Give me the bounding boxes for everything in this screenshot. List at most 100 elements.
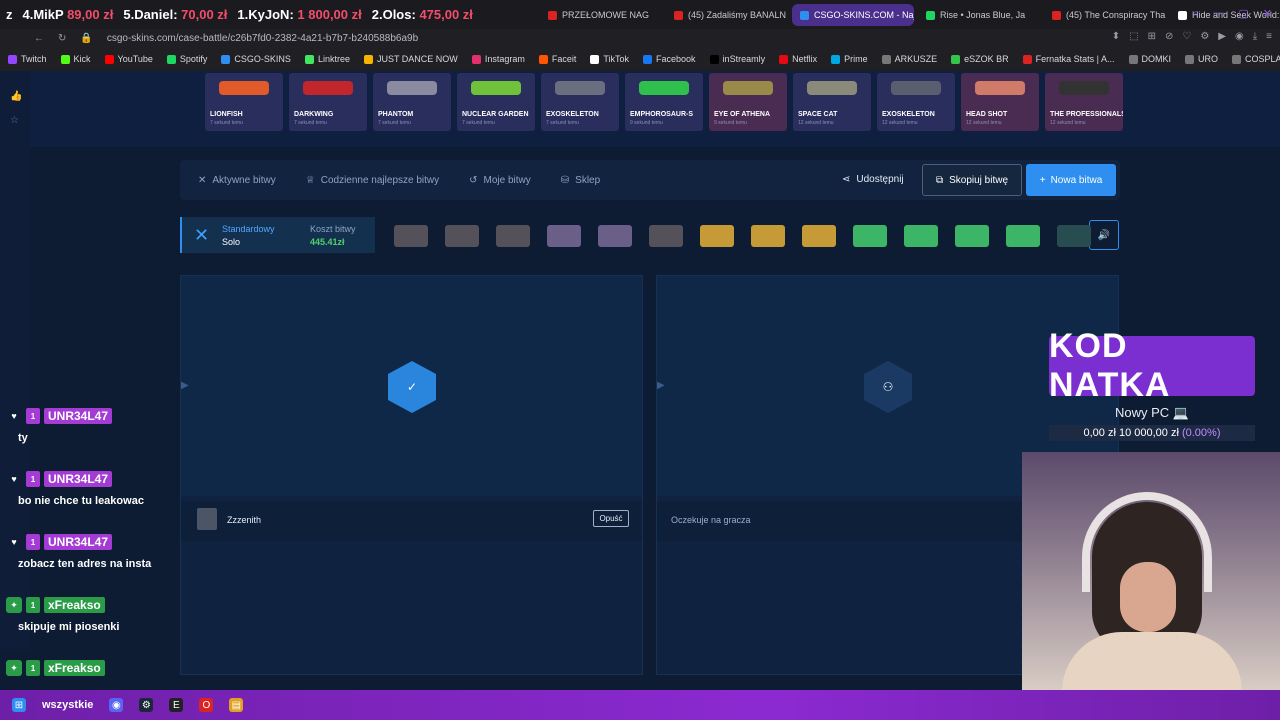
minimize-icon[interactable]: — xyxy=(1213,7,1224,20)
taskbar: ⊞ wszystkie ◉ ⚙ E O ▤ xyxy=(0,690,1280,720)
pin-icon[interactable]: ⬍ xyxy=(1112,31,1120,42)
bookmark-netflix[interactable]: Netflix xyxy=(779,54,817,64)
case-chest-icon[interactable] xyxy=(1057,225,1091,247)
drop-card[interactable]: PHANTOM 7 sekund temu xyxy=(373,73,451,131)
epic-icon[interactable]: E xyxy=(169,698,184,712)
thumbs-up-icon[interactable]: 👍 xyxy=(10,91,22,102)
camera-icon[interactable]: ◉ xyxy=(1235,31,1244,42)
bookmark-arkusze[interactable]: ARKUSZE xyxy=(881,54,938,64)
chat-username[interactable]: xFreakso xyxy=(44,597,105,613)
bookmark-kick[interactable]: Kick xyxy=(60,54,91,64)
browser-tab[interactable]: (45) Zadaliśmy BANALN xyxy=(666,4,788,26)
heart-icon[interactable]: ♡ xyxy=(1182,31,1191,42)
avatar xyxy=(197,508,217,530)
bookmark-csgo-skins[interactable]: CSGO-SKINS xyxy=(221,54,291,64)
case-chest-icon[interactable] xyxy=(853,225,887,247)
opera-icon[interactable]: O xyxy=(199,698,214,712)
play-icon[interactable]: ▶ xyxy=(1218,31,1226,42)
case-chest-icon[interactable] xyxy=(955,225,989,247)
sound-toggle-button[interactable]: 🔊 xyxy=(1089,220,1119,250)
bookmark-linktree[interactable]: Linktree xyxy=(304,54,350,64)
case-chest-icon[interactable] xyxy=(496,225,530,247)
case-chest-icon[interactable] xyxy=(649,225,683,247)
case-chest-icon[interactable] xyxy=(1006,225,1040,247)
drop-card[interactable]: HEAD SHOT 12 sekund temu xyxy=(961,73,1039,131)
chat-username[interactable]: UNR34L47 xyxy=(44,534,113,550)
case-chest-icon[interactable] xyxy=(751,225,785,247)
star-icon[interactable]: ☆ xyxy=(10,115,19,126)
bookmark-uro[interactable]: URO xyxy=(1185,54,1218,64)
drop-card[interactable]: EMPHOROSAUR-S 9 sekund temu xyxy=(625,73,703,131)
screenshot-icon[interactable]: ⬚ xyxy=(1129,31,1138,42)
bookmark-domki[interactable]: DOMKI xyxy=(1128,54,1171,64)
bookmark-label: Instagram xyxy=(484,54,525,64)
block-icon[interactable]: ⊘ xyxy=(1165,31,1173,42)
bookmark-instagram[interactable]: Instagram xyxy=(471,54,525,64)
bookmark-label: YouTube xyxy=(117,54,153,64)
nav-active-battles[interactable]: ✕ Aktywne bitwy xyxy=(198,175,276,186)
bookmark-tiktok[interactable]: TikTok xyxy=(590,54,629,64)
drop-card[interactable]: NUCLEAR GARDEN 7 sekund temu xyxy=(457,73,535,131)
browser-tab[interactable]: (45) The Conspiracy Tha xyxy=(1044,4,1166,26)
taskbar-search[interactable]: wszystkie xyxy=(42,699,93,711)
drop-card[interactable]: DARKWING 7 sekund temu xyxy=(289,73,367,131)
search-icon[interactable]: ⌕ xyxy=(1193,7,1199,20)
extension-icon[interactable]: ⊞ xyxy=(1148,31,1156,42)
drop-card[interactable]: THE PROFESSIONALS 12 sekund temu xyxy=(1045,73,1123,131)
discord-icon[interactable]: ◉ xyxy=(109,698,124,712)
drop-card[interactable]: EYE OF ATHENA 9 sekund temu xyxy=(709,73,787,131)
back-icon[interactable]: ← xyxy=(34,33,44,44)
bookmark-spotify[interactable]: Spotify xyxy=(166,54,207,64)
bookmark-prime[interactable]: Prime xyxy=(831,54,868,64)
bookmark-facebook[interactable]: Facebook xyxy=(643,54,696,64)
drop-card[interactable]: EXOSKELETON 7 sekund temu xyxy=(541,73,619,131)
bookmark-fernatka-stats-a[interactable]: Fernatka Stats | A... xyxy=(1022,54,1115,64)
share-button[interactable]: ⋖ Udostępnij xyxy=(842,174,904,185)
drop-card[interactable]: EXOSKELETON 12 sekund temu xyxy=(877,73,955,131)
settings-icon[interactable]: ⚙ xyxy=(1200,31,1209,42)
steam-icon[interactable]: ⚙ xyxy=(139,698,154,712)
nav-shop[interactable]: ⛁ Sklep xyxy=(561,175,600,186)
drop-time: 9 sekund temu xyxy=(630,120,663,126)
close-icon[interactable]: ✕ xyxy=(1263,7,1272,20)
bookmark-instreamly[interactable]: inStreamly xyxy=(709,54,765,64)
browser-tab[interactable]: PRZEŁOMOWE NAG xyxy=(540,4,662,26)
download-icon[interactable]: ⤓ xyxy=(1253,31,1257,42)
bookmark-twitch[interactable]: Twitch xyxy=(8,54,47,64)
case-chest-icon[interactable] xyxy=(547,225,581,247)
security-icon[interactable]: 🔒 xyxy=(80,33,92,44)
csgo-skins-favicon-icon xyxy=(800,10,809,20)
case-chest-icon[interactable] xyxy=(445,225,479,247)
windows-icon[interactable]: ⊞ xyxy=(12,698,26,712)
case-chest-icon[interactable] xyxy=(904,225,938,247)
reload-icon[interactable]: ↻ xyxy=(58,33,66,44)
bookmark-just-dance-now[interactable]: JUST DANCE NOW xyxy=(363,54,458,64)
case-chest-icon[interactable] xyxy=(700,225,734,247)
copy-battle-button[interactable]: ⧉ Skopiuj bitwę xyxy=(922,164,1022,196)
browser-tab[interactable]: Rise • Jonas Blue, Ja xyxy=(918,4,1040,26)
nav-daily-best[interactable]: ♕ Codzienne najlepsze bitwy xyxy=(306,175,439,186)
case-chest-icon[interactable] xyxy=(802,225,836,247)
browser-tab-active[interactable]: CSGO-SKINS.COM - Naj xyxy=(792,4,914,26)
maximize-icon[interactable]: ▢ xyxy=(1238,7,1248,20)
bookmark-icon xyxy=(779,54,789,64)
new-battle-button[interactable]: + Nowa bitwa xyxy=(1026,164,1116,196)
bookmark-eszok-br[interactable]: eSZOK BR xyxy=(951,54,1009,64)
files-icon[interactable]: ▤ xyxy=(229,698,244,712)
bookmark-faceit[interactable]: Faceit xyxy=(538,54,576,64)
bookmark-label: Facebook xyxy=(656,54,696,64)
chat-username[interactable]: UNR34L47 xyxy=(44,471,113,487)
leave-button[interactable]: Opuść xyxy=(593,510,629,527)
case-chest-icon[interactable] xyxy=(598,225,632,247)
bookmark-youtube[interactable]: YouTube xyxy=(104,54,153,64)
url-input[interactable]: csgo-skins.com/case-battle/c26b7fd0-2382… xyxy=(107,33,418,44)
bookmark-label: ARKUSZE xyxy=(894,54,938,64)
case-chest-icon[interactable] xyxy=(394,225,428,247)
chat-username[interactable]: xFreakso xyxy=(44,660,105,676)
nav-my-battles[interactable]: ↺ Moje bitwy xyxy=(469,175,531,186)
chat-username[interactable]: UNR34L47 xyxy=(44,408,113,424)
bookmark-cosplaye[interactable]: COSPLAYE xyxy=(1232,54,1280,64)
drop-card[interactable]: SPACE CAT 12 sekund temu xyxy=(793,73,871,131)
menu-icon[interactable]: ≡ xyxy=(1266,31,1272,42)
drop-card[interactable]: LIONFISH 7 sekund temu xyxy=(205,73,283,131)
